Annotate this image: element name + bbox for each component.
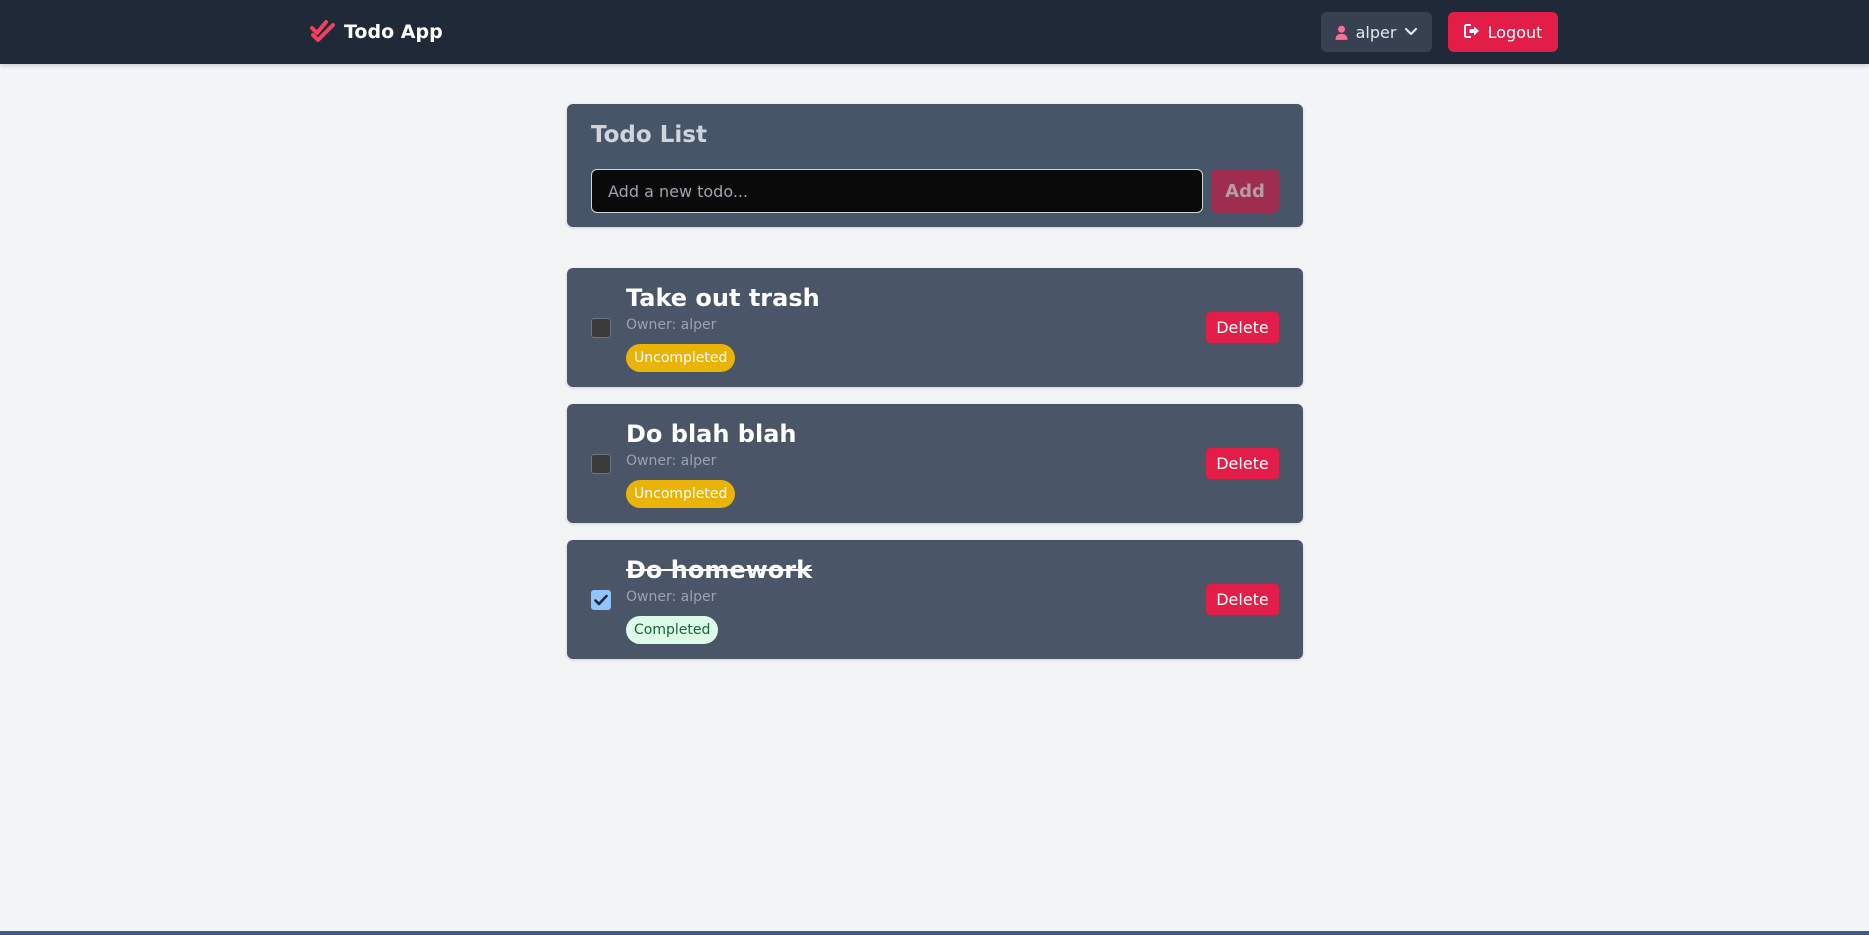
owner-label: Owner: <box>626 317 677 333</box>
owner-label: Owner: <box>626 589 677 605</box>
todo-item: Take out trash Owner: alper Uncompleted … <box>567 268 1303 387</box>
status-badge: Uncompleted <box>626 344 736 372</box>
todo-checkbox[interactable] <box>591 590 611 610</box>
bottom-divider <box>0 931 1869 935</box>
todo-title: Take out trash <box>626 284 820 312</box>
brand-title: Todo App <box>344 21 443 43</box>
delete-button[interactable]: Delete <box>1206 584 1279 615</box>
double-check-icon <box>310 17 336 48</box>
owner-name: alper <box>680 317 717 333</box>
todo-checkbox[interactable] <box>591 318 611 338</box>
todo-item: Do homework Owner: alper Completed Delet… <box>567 540 1303 659</box>
todo-item: Do blah blah Owner: alper Uncompleted De… <box>567 404 1303 523</box>
todo-owner: Owner: alper <box>626 453 716 469</box>
todo-owner: Owner: alper <box>626 589 716 605</box>
status-badge: Uncompleted <box>626 480 736 508</box>
owner-name: alper <box>680 589 717 605</box>
status-badge: Completed <box>626 616 719 644</box>
new-todo-input[interactable] <box>591 169 1203 213</box>
chevron-down-icon <box>1404 27 1418 37</box>
new-todo-panel: Todo List Add <box>567 104 1303 227</box>
todo-title: Do blah blah <box>626 420 797 448</box>
todo-checkbox[interactable] <box>591 454 611 474</box>
brand-link[interactable]: Todo App <box>310 17 443 47</box>
delete-button[interactable]: Delete <box>1206 312 1279 343</box>
owner-name: alper <box>680 453 717 469</box>
user-menu-button[interactable]: alper <box>1321 12 1432 52</box>
delete-button[interactable]: Delete <box>1206 448 1279 479</box>
page-title: Todo List <box>591 122 707 148</box>
owner-label: Owner: <box>626 453 677 469</box>
navbar: Todo App alper Logout <box>0 0 1869 64</box>
logout-button[interactable]: Logout <box>1448 12 1558 52</box>
checkmark-icon <box>594 591 608 610</box>
add-todo-button[interactable]: Add <box>1211 169 1279 213</box>
todo-title: Do homework <box>626 556 813 584</box>
todo-owner: Owner: alper <box>626 317 716 333</box>
logout-label: Logout <box>1487 22 1543 42</box>
sign-out-icon <box>1463 23 1480 42</box>
user-name: alper <box>1355 22 1397 42</box>
user-icon <box>1335 25 1348 40</box>
